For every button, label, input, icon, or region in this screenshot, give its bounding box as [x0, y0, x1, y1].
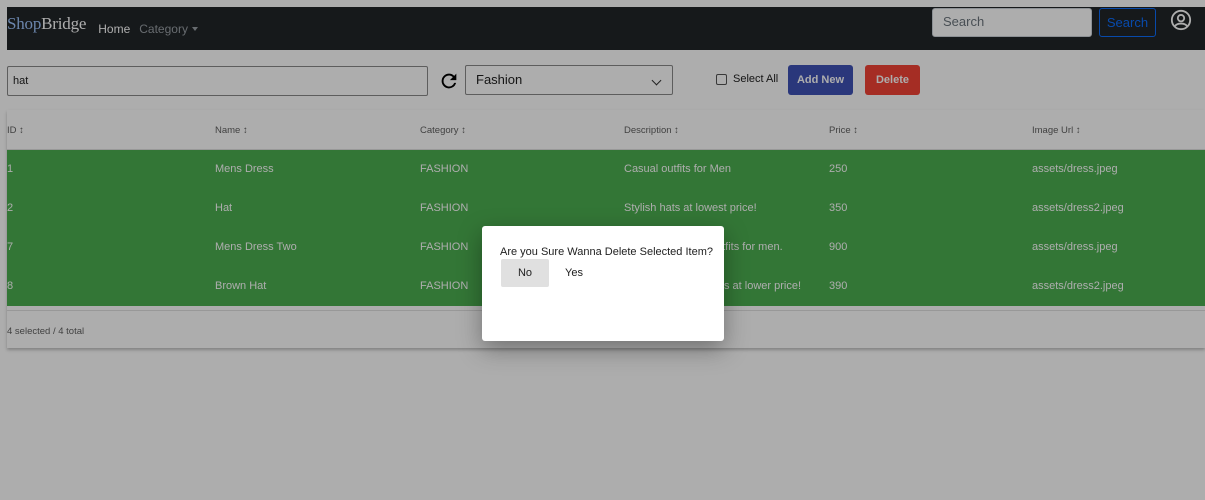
dialog-message: Are you Sure Wanna Delete Selected Item? [500, 246, 713, 258]
delete-confirm-dialog: Are you Sure Wanna Delete Selected Item?… [482, 226, 724, 341]
no-button[interactable]: No [501, 259, 549, 287]
yes-button[interactable]: Yes [557, 259, 591, 287]
